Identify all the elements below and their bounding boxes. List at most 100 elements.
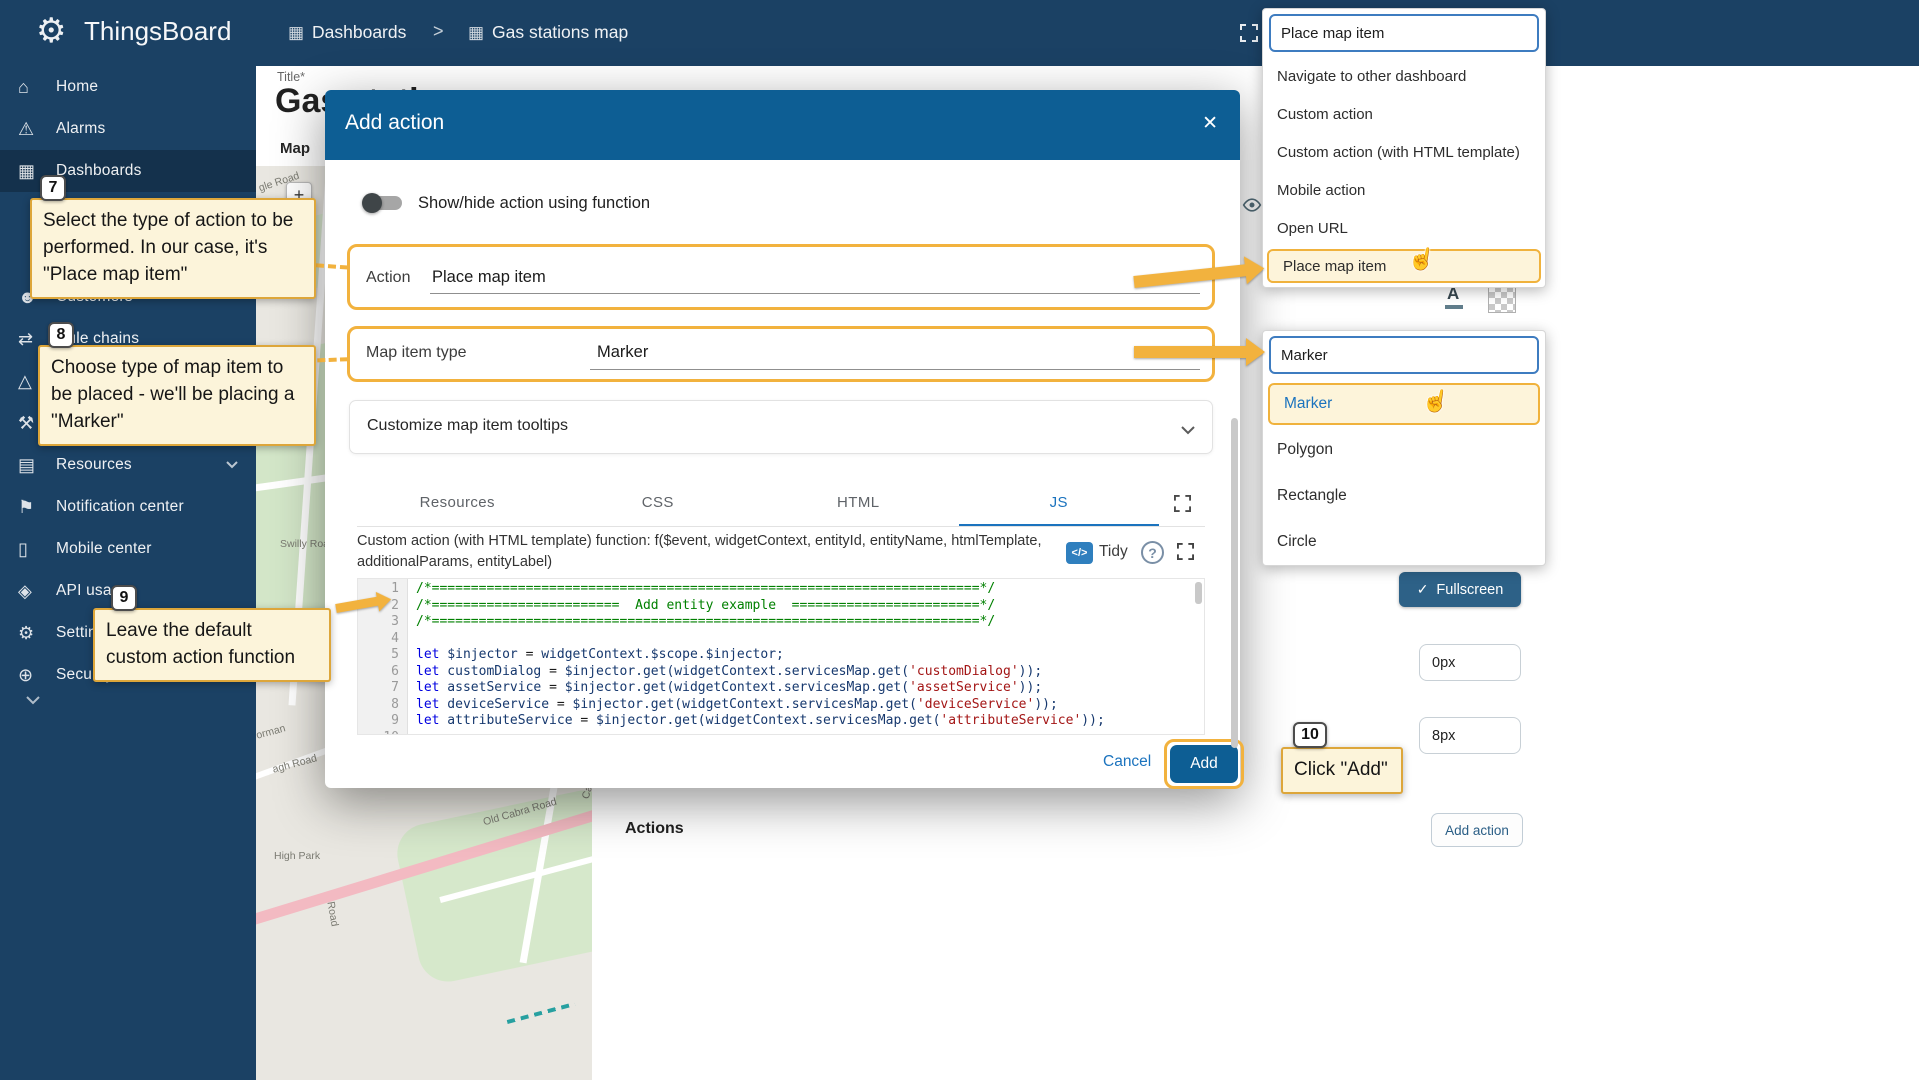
option-mobile-action[interactable]: Mobile action bbox=[1263, 171, 1545, 209]
sidebar-item-label: Resources bbox=[56, 456, 132, 474]
option-polygon[interactable]: Polygon bbox=[1263, 427, 1545, 473]
option-rectangle[interactable]: Rectangle bbox=[1263, 473, 1545, 519]
sidebar-item-resources[interactable]: ▤Resources bbox=[0, 444, 256, 486]
check-icon: ✓ bbox=[1417, 581, 1429, 598]
tab-html[interactable]: HTML bbox=[758, 481, 959, 526]
spacing-field-bottom[interactable]: 8px bbox=[1419, 717, 1521, 754]
callout-8-badge: 8 bbox=[48, 322, 74, 348]
code-lines[interactable]: /*======================================… bbox=[408, 579, 1204, 734]
code-line[interactable] bbox=[416, 730, 1204, 736]
dialog-header: Add action ✕ bbox=[325, 90, 1240, 160]
code-line[interactable]: /*======================== Add entity ex… bbox=[416, 598, 1204, 615]
code-line-number: 3 bbox=[358, 614, 399, 631]
action-field-label: Action bbox=[366, 269, 410, 287]
option-custom-action-html[interactable]: Custom action (with HTML template) bbox=[1263, 133, 1545, 171]
editor-scrollbar[interactable] bbox=[1195, 582, 1202, 604]
callout-9-badge: 9 bbox=[111, 585, 137, 611]
action-field-value[interactable]: Place map item bbox=[432, 268, 546, 287]
tab-map[interactable]: Map bbox=[280, 140, 310, 157]
shield-icon: ⊕ bbox=[18, 665, 44, 686]
map-item-type-underline bbox=[590, 369, 1200, 370]
actions-heading: Actions bbox=[625, 820, 684, 838]
code-line[interactable] bbox=[416, 631, 1204, 648]
callout-8: Choose type of map item to be placed - w… bbox=[38, 345, 316, 446]
code-line[interactable]: let attributeService = $injector.get(wid… bbox=[416, 713, 1204, 730]
toggle-label: Show/hide action using function bbox=[418, 194, 650, 213]
sidebar-item-alarms[interactable]: ⚠Alarms bbox=[0, 108, 256, 150]
callout-10-badge: 10 bbox=[1293, 722, 1327, 748]
home-icon: ⌂ bbox=[18, 77, 44, 98]
code-line-number: 6 bbox=[358, 664, 399, 681]
tab-css[interactable]: CSS bbox=[558, 481, 759, 526]
sidebar-item-home[interactable]: ⌂Home bbox=[0, 66, 256, 108]
option-navigate-to-other-dashboard[interactable]: Navigate to other dashboard bbox=[1263, 57, 1545, 95]
action-type-dropdown: Place map item Navigate to other dashboa… bbox=[1262, 8, 1546, 288]
topbar: ⚙ ThingsBoard ▦ Dashboards > ▦ Gas stati… bbox=[0, 0, 1919, 66]
fullscreen-button-label: Fullscreen bbox=[1436, 582, 1503, 598]
action-options-list: Navigate to other dashboard Custom actio… bbox=[1263, 57, 1545, 285]
sidebar-item-label: Dashboards bbox=[56, 162, 142, 180]
visibility-icon[interactable] bbox=[1242, 197, 1262, 218]
breadcrumb-dashboards-icon: ▦ bbox=[288, 23, 304, 43]
action-field-underline bbox=[430, 293, 1200, 294]
code-editor[interactable]: 12345678910 /*==========================… bbox=[357, 578, 1205, 735]
option-custom-action[interactable]: Custom action bbox=[1263, 95, 1545, 133]
sidebar-item-mobile-center[interactable]: ▯Mobile center bbox=[0, 528, 256, 570]
option-place-map-item[interactable]: Place map item bbox=[1267, 249, 1541, 283]
screenshot-root: ⚙ ThingsBoard ▦ Dashboards > ▦ Gas stati… bbox=[0, 0, 1919, 1080]
code-line[interactable]: let assetService = $injector.get(widgetC… bbox=[416, 680, 1204, 697]
add-button[interactable]: Add bbox=[1170, 745, 1238, 783]
cancel-button[interactable]: Cancel bbox=[1103, 753, 1151, 771]
flag-icon: ⚑ bbox=[18, 497, 44, 518]
editor-fullscreen-icon[interactable] bbox=[1177, 543, 1194, 565]
tooltips-section-label: Customize map item tooltips bbox=[367, 417, 568, 435]
code-line[interactable]: let $injector = widgetContext.$scope.$in… bbox=[416, 647, 1204, 664]
arrow-to-marker-dropdown bbox=[1134, 346, 1246, 358]
code-line[interactable]: let deviceService = $injector.get(widget… bbox=[416, 697, 1204, 714]
phone-icon: ▯ bbox=[18, 539, 44, 560]
option-marker[interactable]: Marker bbox=[1268, 383, 1540, 425]
action-search-input[interactable]: Place map item bbox=[1269, 14, 1539, 52]
sidebar-item-notification-center[interactable]: ⚑ Notification center bbox=[0, 486, 256, 528]
api-icon: ◈ bbox=[18, 581, 44, 602]
function-signature: Custom action (with HTML template) funct… bbox=[357, 531, 1047, 573]
map-road-label: agh Road bbox=[271, 752, 318, 775]
help-icon[interactable]: ? bbox=[1141, 541, 1164, 564]
tab-resources[interactable]: Resources bbox=[357, 481, 558, 526]
spacing-field-top[interactable]: 0px bbox=[1419, 644, 1521, 681]
sidebar-item-dashboards[interactable]: ▦Dashboards bbox=[0, 150, 256, 192]
gear-icon: ⚙ bbox=[18, 623, 44, 644]
option-open-url[interactable]: Open URL bbox=[1263, 209, 1545, 247]
option-circle[interactable]: Circle bbox=[1263, 519, 1545, 565]
sidebar-item-label: Notification center bbox=[56, 498, 184, 516]
background-swatch[interactable] bbox=[1488, 285, 1516, 313]
cursor-hand-icon: ☝ bbox=[1420, 386, 1452, 416]
tab-js[interactable]: JS bbox=[959, 481, 1160, 526]
close-icon[interactable]: ✕ bbox=[1202, 112, 1218, 135]
map-road-label: orman bbox=[256, 722, 287, 741]
breadcrumb-dashboards[interactable]: Dashboards bbox=[312, 22, 406, 43]
marker-search-input[interactable]: Marker bbox=[1269, 336, 1539, 374]
breadcrumb-page-icon: ▦ bbox=[468, 23, 484, 43]
code-line[interactable]: /*======================================… bbox=[416, 614, 1204, 631]
expand-icon[interactable] bbox=[1240, 24, 1258, 47]
map-item-type-value[interactable]: Marker bbox=[597, 343, 648, 362]
tabs-fullscreen-icon[interactable] bbox=[1159, 481, 1205, 526]
signature-line: Custom action (with HTML template) funct… bbox=[357, 531, 1047, 552]
add-action-button[interactable]: Add action bbox=[1431, 813, 1523, 847]
format-color-bar bbox=[1445, 305, 1463, 309]
code-line[interactable]: let customDialog = $injector.get(widgetC… bbox=[416, 664, 1204, 681]
callout-10: Click "Add" bbox=[1281, 747, 1403, 794]
code-line-number: 9 bbox=[358, 713, 399, 730]
tidy-label[interactable]: Tidy bbox=[1099, 543, 1128, 561]
security-expand-chevron-icon[interactable] bbox=[26, 692, 40, 710]
dialog-title: Add action bbox=[345, 111, 444, 135]
show-hide-toggle-knob[interactable] bbox=[362, 193, 382, 213]
brand-title: ThingsBoard bbox=[84, 16, 231, 47]
code-line[interactable]: /*======================================… bbox=[416, 581, 1204, 598]
map-cycle-lane bbox=[507, 1002, 576, 1024]
tidy-icon[interactable]: </> bbox=[1066, 542, 1093, 564]
code-line-number: 8 bbox=[358, 697, 399, 714]
fullscreen-button[interactable]: ✓ Fullscreen bbox=[1399, 572, 1521, 607]
dialog-scrollbar[interactable] bbox=[1231, 418, 1238, 748]
